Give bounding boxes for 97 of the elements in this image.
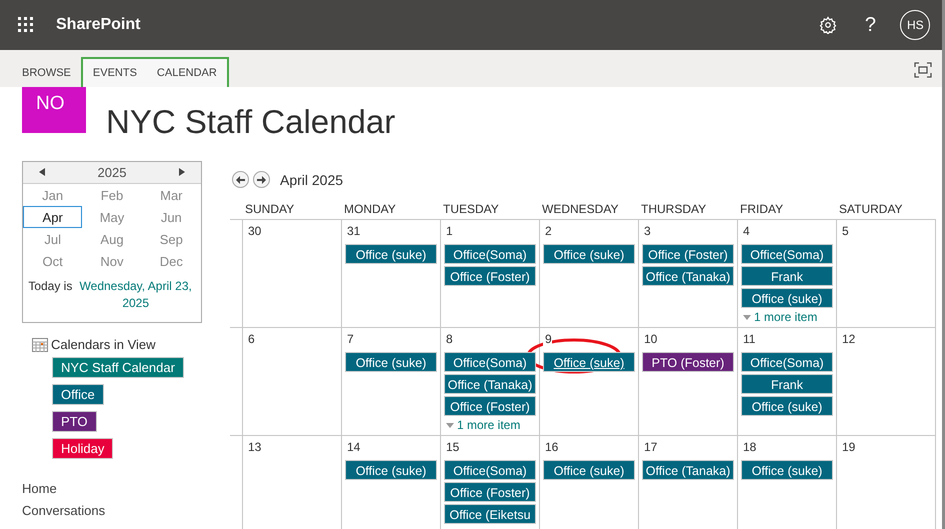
month-option[interactable]: May [82, 206, 142, 228]
caret-icon [446, 422, 454, 428]
today-text: Today is Wednesday, April 23, 2025 [27, 278, 197, 312]
month-option[interactable]: Feb [82, 184, 142, 206]
calendar-event[interactable]: Office(Soma) [741, 244, 833, 264]
calendar-event[interactable]: Office (Foster) [444, 482, 536, 502]
weekday-header: SATURDAY [837, 202, 936, 220]
day-number: 7 [345, 332, 354, 346]
day-number: 13 [246, 440, 262, 454]
day-number: 11 [741, 332, 756, 346]
month-option[interactable]: Mar [142, 184, 201, 206]
month-option[interactable]: Apr [23, 206, 82, 228]
more-items-link[interactable]: 1 more item [741, 310, 833, 324]
day-number: 15 [444, 440, 460, 454]
day-number: 14 [345, 440, 360, 454]
more-items-link[interactable]: 1 more item [444, 418, 536, 432]
help-button[interactable]: ? [864, 14, 876, 36]
calendar-event[interactable]: Office (Foster) [444, 396, 536, 416]
weekday-header: SUNDAY [243, 202, 342, 220]
weekday-header: TUESDAY [441, 202, 540, 220]
calendar-event[interactable]: Office(Soma) [444, 244, 536, 264]
day-number: 30 [246, 224, 262, 238]
calendars-in-view-title: Calendars in View [51, 337, 156, 352]
previous-month-button[interactable] [232, 171, 249, 188]
day-number: 18 [741, 440, 756, 454]
day-number: 17 [642, 440, 658, 454]
day-number: 31 [345, 224, 360, 238]
calendar-event[interactable]: Office (Tanaka) [444, 374, 536, 394]
calendar-icon [32, 338, 48, 352]
month-option[interactable]: Nov [82, 250, 142, 272]
app-launcher-icon[interactable] [18, 17, 34, 33]
day-number: 6 [246, 332, 255, 346]
day-number: 12 [840, 332, 856, 346]
day-number: 1 [444, 224, 453, 238]
day-number: 19 [840, 440, 856, 454]
weekday-header: MONDAY [342, 202, 441, 220]
calendar-event[interactable]: Office (Foster) [444, 266, 536, 286]
site-title: NYC Staff Calendar [106, 103, 396, 141]
calendar-event[interactable]: Frank [741, 374, 833, 394]
next-year-button[interactable] [178, 168, 185, 178]
calendar-event[interactable]: Office (suke) [543, 244, 635, 264]
calendar-event[interactable]: Office (suke) [543, 352, 635, 372]
weekday-header: FRIDAY [738, 202, 837, 220]
day-number: 5 [840, 224, 849, 238]
calendar-event[interactable]: Office (suke) [345, 460, 437, 480]
calendar-event[interactable]: Office (suke) [345, 244, 437, 264]
calendar-event[interactable]: Office (Tanaka) [642, 266, 734, 286]
day-number: 16 [543, 440, 558, 454]
calendar-legend-tag[interactable]: Office [52, 384, 104, 405]
nav-link[interactable]: Conversations [22, 503, 230, 518]
month-title: April 2025 [280, 172, 344, 188]
settings-icon[interactable] [818, 16, 837, 34]
calendar-event[interactable]: Office (suke) [345, 352, 437, 372]
calendar-event[interactable]: Office (suke) [741, 460, 833, 480]
day-number: 4 [741, 224, 750, 238]
calendar-event[interactable]: Office(Soma) [444, 352, 536, 372]
month-option[interactable]: Dec [142, 250, 201, 272]
site-logo[interactable]: NO [22, 87, 86, 133]
ribbon-tab[interactable]: CALENDAR [146, 59, 227, 87]
ribbon-tab[interactable]: BROWSE [12, 59, 81, 87]
month-option[interactable]: Jul [23, 228, 82, 250]
calendar-event[interactable]: Office (suke) [741, 288, 833, 308]
day-number: 10 [642, 332, 658, 346]
calendar-legend-tag[interactable]: Holiday [52, 438, 114, 459]
month-option[interactable]: Oct [23, 250, 82, 272]
user-avatar[interactable]: HS [900, 10, 930, 40]
weekday-header: WEDNESDAY [540, 202, 639, 220]
ribbon-tab[interactable]: EVENTS [82, 59, 147, 87]
calendar-legend-tag[interactable]: NYC Staff Calendar [52, 357, 184, 378]
month-option[interactable]: Jun [142, 206, 201, 228]
nav-link[interactable]: Home [22, 481, 230, 496]
today-link[interactable]: Wednesday, April 23, 2025 [76, 278, 196, 312]
calendar-event[interactable]: Office(Soma) [444, 460, 536, 480]
caret-icon [743, 314, 751, 320]
calendar-event[interactable]: PTO (Foster) [642, 352, 734, 372]
calendar-event[interactable]: Frank [741, 266, 833, 286]
previous-year-button[interactable] [39, 168, 45, 178]
day-number: 9 [543, 332, 552, 346]
calendar-event[interactable]: Office(Soma) [741, 352, 833, 372]
month-option[interactable]: Sep [142, 228, 201, 250]
day-number: 3 [642, 224, 651, 238]
calendar-event[interactable]: Office (Eiketsu [444, 504, 536, 524]
next-month-button[interactable] [253, 171, 270, 188]
calendar-event[interactable]: Office (suke) [741, 396, 833, 416]
weekday-header: THURSDAY [639, 202, 738, 220]
calendar-event[interactable]: Office (Tanaka) [642, 460, 734, 480]
day-number: 2 [543, 224, 552, 238]
calendar-event[interactable]: Office (Foster) [642, 244, 734, 264]
left-arrow-icon [236, 176, 245, 184]
calendar-event[interactable]: Office (suke) [543, 460, 635, 480]
month-option[interactable]: Aug [82, 228, 142, 250]
right-arrow-icon [257, 176, 266, 184]
month-option[interactable]: Jan [23, 184, 82, 206]
picker-year: 2025 [98, 165, 126, 180]
day-number: 8 [444, 332, 453, 346]
app-name: SharePoint [56, 16, 142, 34]
calendar-legend-tag[interactable]: PTO [52, 411, 96, 432]
